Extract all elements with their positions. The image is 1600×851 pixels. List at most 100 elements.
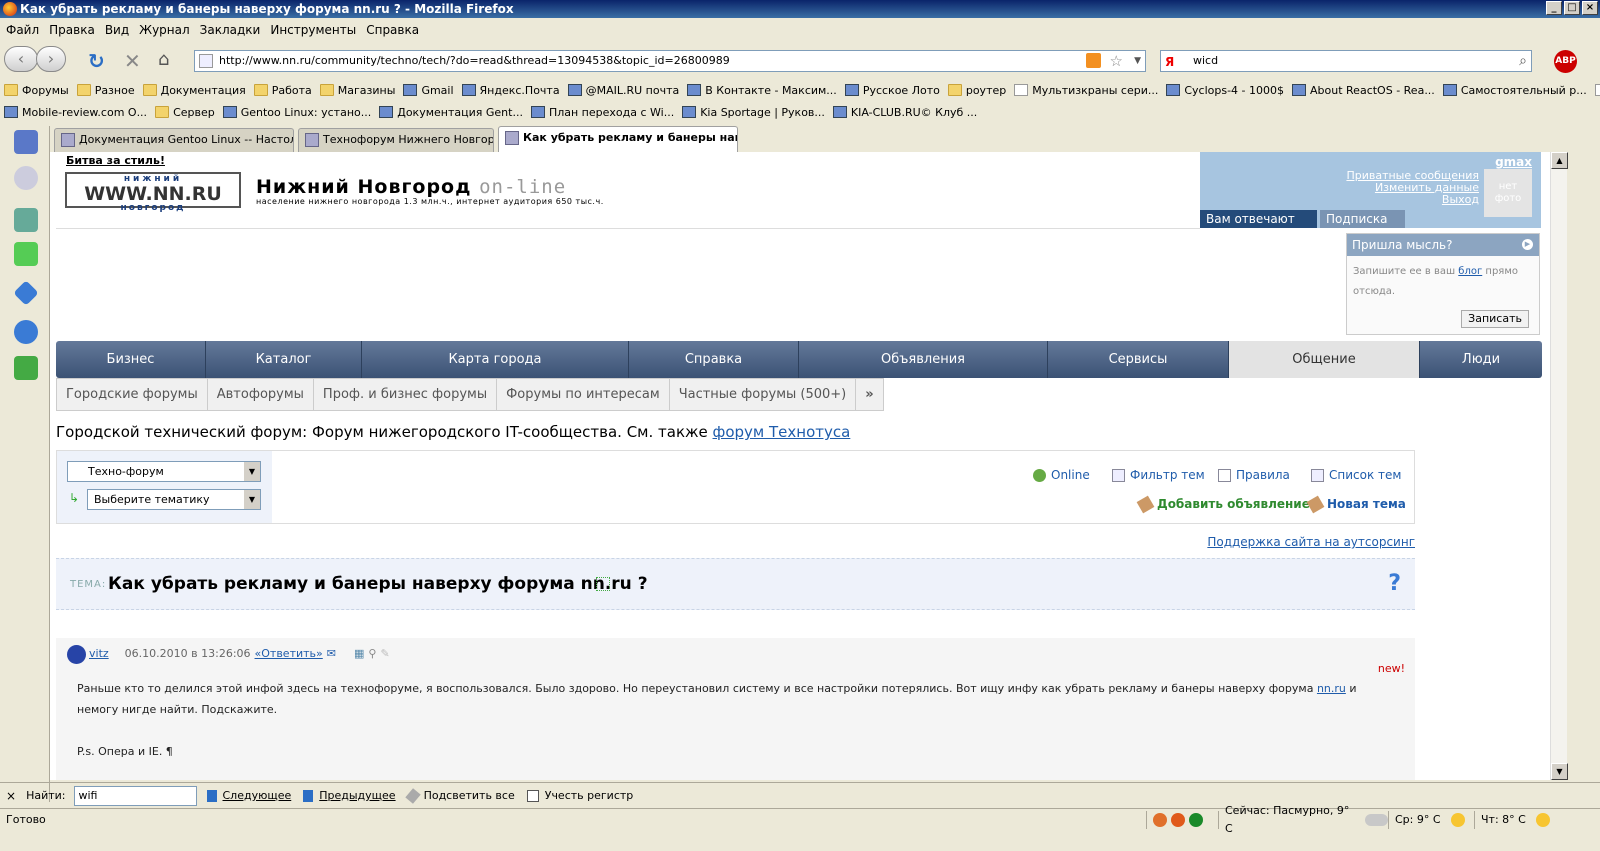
bookmark-item[interactable]: Русское Лото: [844, 84, 940, 97]
bookmark-item[interactable]: DI-524: [1594, 84, 1600, 97]
bookmark-item[interactable]: План перехода с Wi...: [530, 106, 674, 119]
bookmark-item[interactable]: Самостоятельный р...: [1442, 84, 1587, 97]
rss-icon[interactable]: [1086, 53, 1101, 68]
bookmark-item[interactable]: @MAIL.RU почта: [567, 84, 679, 97]
adblock-plus-icon[interactable]: ABP: [1554, 50, 1577, 73]
bookmark-star-icon[interactable]: ☆: [1110, 51, 1123, 71]
username-link[interactable]: gmax: [1495, 155, 1532, 169]
add-ad-link[interactable]: Добавить объявление: [1136, 495, 1310, 513]
nav-communication[interactable]: Общение: [1229, 341, 1420, 378]
url-dropdown-icon[interactable]: ▼: [1134, 51, 1141, 71]
stop-icon[interactable]: ✕: [124, 49, 141, 73]
blog-link[interactable]: блог: [1458, 266, 1482, 277]
subnav-prof-forums[interactable]: Проф. и бизнес форумы: [314, 379, 498, 410]
subnav-interest-forums[interactable]: Форумы по интересам: [497, 379, 670, 410]
bookmark-item[interactable]: роутер: [947, 84, 1006, 97]
mail-icon[interactable]: ✉: [327, 647, 336, 660]
menu-edit[interactable]: Правка: [49, 23, 95, 37]
tab-gentoo-docs[interactable]: Документация Gentoo Linux -- Настольн...: [54, 128, 294, 152]
find-next-button[interactable]: Следующее: [206, 789, 291, 802]
bookmark-item[interactable]: About ReactOS - Rea...: [1292, 84, 1435, 97]
screen-capture-icon[interactable]: [14, 356, 38, 380]
logout-link[interactable]: Выход: [1346, 194, 1479, 206]
subnav-more-icon[interactable]: »: [856, 379, 882, 410]
forward-button[interactable]: ›: [36, 46, 66, 72]
bookmark-item[interactable]: Форумы: [4, 84, 69, 97]
addon-icon[interactable]: [1153, 813, 1167, 827]
bookmark-item[interactable]: В Контакте - Максим...: [687, 84, 837, 97]
arrow-right-icon[interactable]: ▶: [1522, 239, 1533, 250]
extension-icon[interactable]: [13, 280, 39, 306]
scroll-up-icon[interactable]: ▲: [1551, 152, 1568, 169]
new-topic-link[interactable]: Новая тема: [1306, 495, 1406, 513]
bookmark-item[interactable]: Документация Gent...: [379, 106, 523, 119]
nav-catalog[interactable]: Каталог: [206, 341, 362, 378]
search-input[interactable]: Я wicd ⌕: [1160, 50, 1532, 72]
topic-select[interactable]: Выберите тематику ▼: [87, 489, 261, 510]
technotus-forum-link[interactable]: форум Технотуса: [713, 423, 851, 441]
close-findbar-icon[interactable]: ×: [6, 789, 16, 803]
bookmark-item[interactable]: Разное: [76, 84, 135, 97]
bookmark-item[interactable]: Документация: [142, 84, 246, 97]
bookmark-item[interactable]: Сервер: [155, 106, 215, 119]
subnav-auto-forums[interactable]: Автофорумы: [208, 379, 314, 410]
weather-now[interactable]: Сейчас: Пасмурно, 9° C: [1218, 804, 1388, 835]
nav-services[interactable]: Сервисы: [1048, 341, 1229, 378]
menu-help[interactable]: Справка: [366, 23, 419, 37]
write-button[interactable]: Записать: [1461, 310, 1529, 328]
support-outsourcing-link[interactable]: Поддержка сайта на аутсорсинг: [1207, 535, 1415, 549]
bookmark-item[interactable]: Магазины: [319, 84, 395, 97]
close-window-button[interactable]: ×: [1582, 1, 1598, 15]
tab-current-topic[interactable]: Как убрать рекламу и банеры нав...: [498, 126, 738, 152]
find-input[interactable]: wifi: [73, 785, 197, 806]
nav-business[interactable]: Бизнес: [56, 341, 206, 378]
menu-history[interactable]: Журнал: [139, 23, 190, 37]
weather-wed[interactable]: Ср: 9° C: [1388, 811, 1474, 829]
weather-thu[interactable]: Чт: 8° C: [1474, 811, 1574, 829]
battle-link[interactable]: Битва за стиль!: [66, 154, 165, 167]
bookmark-item[interactable]: Яндекс.Почта: [461, 84, 560, 97]
connection-status-icon[interactable]: [1189, 813, 1203, 827]
online-link[interactable]: Online: [1033, 468, 1090, 482]
rules-link[interactable]: Правила: [1218, 468, 1290, 482]
bookmark-item[interactable]: Cyclops-4 - 1000$: [1166, 84, 1284, 97]
bookmark-item[interactable]: Kia Sportage | Руков...: [682, 106, 825, 119]
nav-ads[interactable]: Объявления: [799, 341, 1048, 378]
bookmark-item[interactable]: Gmail: [403, 84, 454, 97]
downloads-icon[interactable]: [14, 208, 38, 232]
history-clock-icon[interactable]: [14, 166, 38, 190]
highlight-all-button[interactable]: Подсветить все: [404, 787, 515, 804]
topic-tree-icon[interactable]: [596, 577, 610, 591]
menu-bookmarks[interactable]: Закладки: [200, 23, 261, 37]
topic-list-link[interactable]: Список тем: [1311, 468, 1401, 482]
help-icon[interactable]: ?: [1388, 571, 1401, 596]
addons-puzzle-icon[interactable]: [14, 242, 38, 266]
menu-file[interactable]: Файл: [6, 23, 39, 37]
bookmark-item[interactable]: KIA-CLUB.RU© Клуб ...: [832, 106, 977, 119]
minimize-button[interactable]: _: [1546, 1, 1562, 15]
scroll-down-icon[interactable]: ▼: [1551, 763, 1568, 780]
tab-technoforum[interactable]: Технофорум Нижнего Новгорода: [298, 128, 494, 152]
match-case-checkbox[interactable]: Учесть регистр: [526, 789, 633, 802]
home-icon[interactable]: ⌂: [158, 49, 169, 70]
maximize-button[interactable]: □: [1564, 1, 1580, 15]
tab-replies[interactable]: Вам отвечают: [1200, 210, 1317, 228]
author-link[interactable]: vitz: [89, 647, 109, 660]
nav-reference[interactable]: Справка: [629, 341, 799, 378]
nav-people[interactable]: Люди: [1420, 341, 1542, 378]
gift-icon[interactable]: ▦: [354, 647, 364, 660]
nav-city-map[interactable]: Карта города: [362, 341, 629, 378]
info-icon[interactable]: [14, 320, 38, 344]
url-input[interactable]: http://www.nn.ru/community/techno/tech/?…: [194, 50, 1146, 72]
bookmark-item[interactable]: Мультизкраны сери...: [1014, 84, 1158, 97]
tab-subscription[interactable]: Подписка: [1320, 210, 1405, 228]
back-button[interactable]: ‹: [4, 46, 38, 72]
search-icon[interactable]: ⌕: [1519, 51, 1527, 71]
menu-view[interactable]: Вид: [105, 23, 129, 37]
nnru-link[interactable]: nn.ru: [1317, 682, 1346, 695]
reload-icon[interactable]: ↻: [88, 49, 105, 73]
find-prev-button[interactable]: Предыдущее: [303, 789, 396, 802]
site-logo[interactable]: нижний WWW.NN.RU новгород: [65, 172, 241, 213]
bookmarks-sidebar-icon[interactable]: [14, 130, 38, 154]
bookmark-item[interactable]: Mobile-review.com О...: [4, 106, 147, 119]
